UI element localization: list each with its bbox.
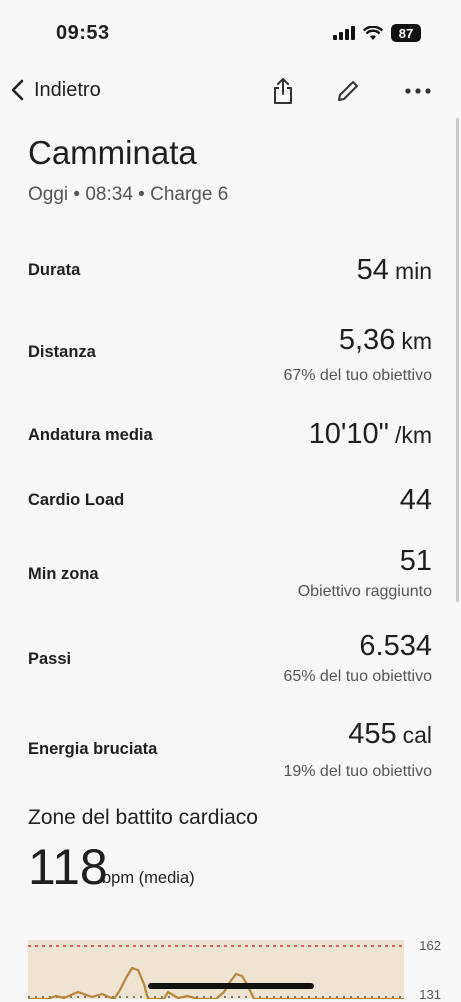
back-button[interactable]: Indietro [10,72,101,108]
metric-number: 44 [399,484,432,516]
battery-icon: 87 [391,24,421,42]
activity-subtitle: Oggi • 08:34 • Charge 6 [28,184,229,205]
metric-label-cardio-load: Cardio Load [28,491,125,509]
heart-rate-trace [28,945,404,999]
metric-label-distance: Distanza [28,343,96,361]
edit-button[interactable] [333,76,363,106]
scrollbar[interactable] [456,118,459,602]
signal-icon [333,26,355,40]
metric-sub-zone-minutes: Obiettivo raggiunto [297,583,432,600]
metric-number: 10'10" [308,418,389,450]
metric-unit: cal [402,722,432,748]
metric-label-energy: Energia bruciata [28,740,158,758]
metric-value-zone-minutes: 51 [400,545,432,578]
home-indicator[interactable] [148,983,314,989]
metric-sub-distance: 67% del tuo obiettivo [283,367,432,384]
back-label: Indietro [34,78,101,101]
average-bpm-value: 118 [28,839,108,895]
metric-number: 54 [356,254,389,286]
metric-value-steps: 6.534 [359,630,432,663]
metric-number: 51 [399,545,432,577]
status-icons: 87 [333,24,421,42]
metric-value-cardio-load: 44 [400,484,432,517]
metric-label-zone-minutes: Min zona [28,565,99,583]
navigation-bar: Indietro [0,72,461,108]
heart-rate-chart[interactable] [28,940,404,999]
chart-axis-label-bottom: 131 [419,987,441,1002]
wifi-icon [363,25,383,40]
metric-sub-steps: 65% del tuo obiettivo [283,668,432,685]
metric-sub-energy: 19% del tuo obiettivo [283,763,432,780]
metric-label-duration: Durata [28,261,81,279]
pencil-icon [338,81,358,101]
chart-axis-label-top: 162 [419,938,441,953]
metric-label-pace: Andatura media [28,426,153,444]
page-title: Camminata [28,134,197,171]
heart-rate-zones-title: Zone del battito cardiaco [28,806,258,829]
share-button[interactable] [268,76,298,106]
metric-unit: km [401,328,432,354]
chevron-left-icon [11,79,24,101]
metric-value-distance: 5,36 km [339,324,432,357]
metric-number: 6.534 [359,630,432,662]
more-options-button[interactable] [403,76,433,106]
metric-number: 455 [348,718,397,750]
share-icon [274,78,292,104]
metric-number: 5,36 [338,324,396,356]
status-time: 09:53 [56,22,110,44]
metric-unit: /km [394,422,432,448]
metric-value-energy: 455 cal [348,718,432,751]
more-dots-icon [405,88,431,94]
metric-unit: min [394,258,432,284]
metric-label-steps: Passi [28,650,72,668]
metric-value-pace: 10'10"/km [309,418,432,451]
average-bpm-unit: bpm (media) [102,869,195,887]
metric-value-duration: 54 min [357,254,432,287]
